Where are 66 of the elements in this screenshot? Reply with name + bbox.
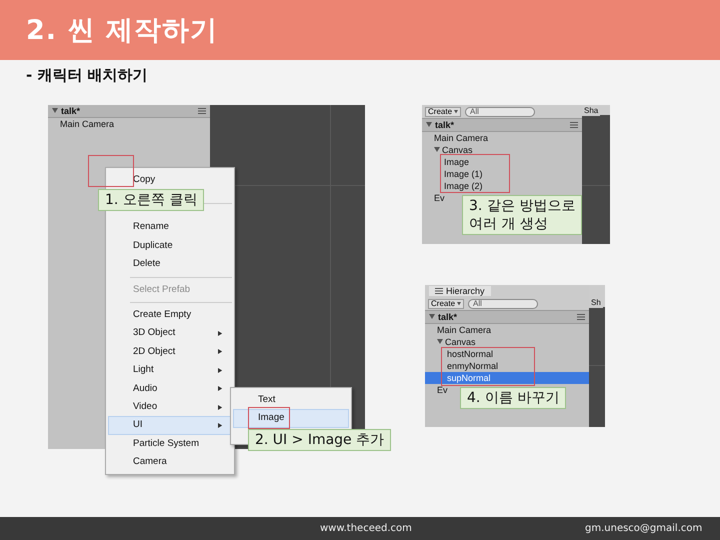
step-callout: 3. 같은 방법으로 여러 개 생성: [462, 195, 582, 236]
create-button[interactable]: Create: [428, 298, 464, 308]
scene-row[interactable]: talk*: [48, 105, 210, 118]
menu-item[interactable]: Light: [108, 361, 232, 380]
submenu-arrow-icon[interactable]: [218, 422, 223, 428]
menu-item[interactable]: Particle System: [108, 434, 232, 454]
scene-row[interactable]: talk*: [425, 311, 589, 324]
menu-item[interactable]: Camera: [108, 453, 232, 472]
highlight-frame: [440, 154, 510, 193]
options-icon[interactable]: [577, 314, 585, 320]
hierarchy-item[interactable]: Main Camera: [434, 132, 490, 144]
collapse-arrow-icon[interactable]: [426, 122, 432, 128]
hierarchy-tab[interactable]: Hierarchy: [429, 286, 491, 296]
menu-item[interactable]: Text: [233, 391, 349, 410]
hierarchy-item[interactable]: Image: [444, 156, 472, 168]
hierarchy-item[interactable]: Canvas: [437, 336, 478, 348]
search-field[interactable]: All: [465, 106, 536, 116]
menu-item[interactable]: 2D Object: [108, 342, 232, 362]
submenu-arrow-icon[interactable]: [218, 331, 223, 336]
hierarchy-item[interactable]: Ev: [437, 384, 450, 396]
collapse-arrow-icon[interactable]: [52, 108, 58, 114]
menu-item[interactable]: Delete: [108, 255, 232, 274]
search-field[interactable]: All: [468, 298, 538, 308]
menu-item[interactable]: Image: [233, 409, 349, 428]
step-callout: 4. 이름 바꾸기: [460, 387, 566, 410]
panel-tab[interactable]: Sh: [589, 297, 603, 308]
expand-arrow-icon[interactable]: [437, 339, 443, 345]
slide-title: 2. 씬 제작하기: [26, 14, 218, 48]
expand-arrow-icon[interactable]: [434, 147, 440, 153]
website-text: www.theceed.com: [320, 523, 412, 534]
menu-item[interactable]: UI: [108, 416, 232, 435]
caret-icon[interactable]: [454, 110, 458, 114]
menu-item[interactable]: Duplicate: [108, 236, 232, 256]
hierarchy-item[interactable]: Ev: [434, 192, 447, 204]
hierarchy-item[interactable]: supNormal: [425, 372, 589, 384]
hierarchy-item[interactable]: Image (1): [444, 168, 485, 180]
menu-item[interactable]: Audio: [108, 380, 232, 398]
submenu-arrow-icon[interactable]: [218, 386, 223, 392]
hierarchy-item[interactable]: Canvas: [434, 144, 475, 156]
menu-item[interactable]: 3D Object: [108, 324, 232, 343]
hierarchy-item[interactable]: Image (2): [444, 180, 485, 192]
submenu-arrow-icon[interactable]: [218, 404, 223, 410]
hierarchy-item[interactable]: Main Camera: [437, 324, 494, 336]
slide-subtitle: - 캐릭터 배치하기: [26, 66, 149, 85]
submenu-arrow-icon[interactable]: [218, 349, 223, 354]
hierarchy-item[interactable]: Main Camera: [60, 118, 116, 130]
panel-tab[interactable]: Sha: [582, 105, 600, 116]
step-callout: 2. UI > Image 추가: [248, 429, 392, 452]
options-icon[interactable]: [198, 108, 206, 114]
submenu-arrow-icon[interactable]: [218, 368, 223, 373]
caret-icon[interactable]: [457, 302, 462, 306]
menu-item[interactable]: Rename: [108, 218, 232, 237]
email-text: gm.unesco@gmail.com: [585, 523, 702, 534]
menu-item[interactable]: Video: [108, 398, 232, 416]
highlight-frame: [88, 155, 134, 187]
create-button[interactable]: Create: [425, 106, 462, 116]
scene-row[interactable]: talk*: [422, 119, 582, 132]
highlight-frame: [248, 407, 290, 429]
hierarchy-item[interactable]: enmyNormal: [447, 360, 500, 372]
collapse-arrow-icon[interactable]: [429, 314, 435, 320]
options-icon[interactable]: [570, 122, 578, 128]
list-icon[interactable]: [435, 288, 443, 294]
hierarchy-item[interactable]: hostNormal: [447, 348, 496, 360]
menu-item[interactable]: Create Empty: [108, 306, 232, 324]
menu-item[interactable]: Copy: [108, 171, 232, 190]
step-callout: 1. 오른쪽 클릭: [98, 189, 204, 212]
